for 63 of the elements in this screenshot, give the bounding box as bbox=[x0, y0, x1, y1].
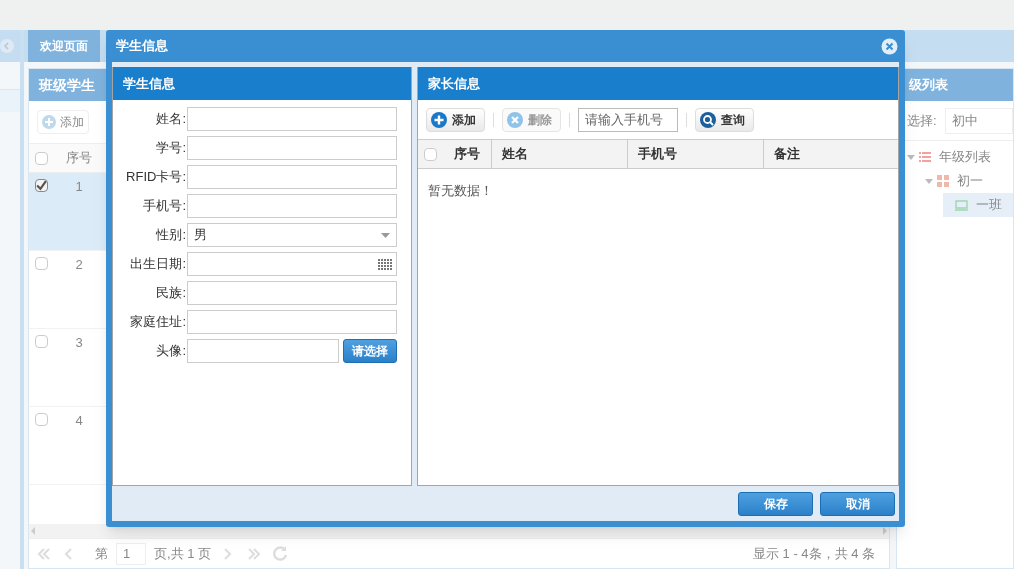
table-cell-text: 1 bbox=[74, 178, 84, 196]
field-label: 出生日期: bbox=[129, 255, 187, 274]
page-field[interactable]: 1 bbox=[116, 542, 146, 565]
page-total: 页,共 1 页 bbox=[154, 544, 212, 563]
page-summary: 显示 1 - 4条，共 4 条 bbox=[752, 544, 876, 563]
text-field[interactable] bbox=[187, 310, 397, 334]
phone-search-field[interactable]: 请输入手机号 bbox=[578, 107, 678, 132]
collapse-icon[interactable] bbox=[0, 39, 14, 53]
add-button[interactable]: 添加 bbox=[426, 107, 485, 132]
field-label: 民族: bbox=[155, 284, 187, 303]
tree-item[interactable]: 一班 bbox=[943, 193, 1013, 217]
text-field[interactable] bbox=[187, 136, 397, 160]
field-label: 性别: bbox=[155, 226, 187, 245]
close-icon bbox=[507, 111, 523, 128]
board-icon bbox=[955, 199, 968, 211]
page-label: 第 bbox=[95, 544, 108, 563]
tree-item[interactable]: 初一 bbox=[925, 169, 1013, 193]
sidebar-item[interactable] bbox=[0, 90, 20, 112]
text-field[interactable] bbox=[187, 107, 397, 131]
field-label: 学号: bbox=[155, 139, 187, 158]
cancel-button[interactable]: 取消 bbox=[820, 491, 895, 516]
column-header[interactable]: 备注 bbox=[764, 140, 898, 168]
plus-icon bbox=[42, 115, 56, 129]
table-cell-text: 4 bbox=[74, 412, 84, 430]
text-field[interactable] bbox=[187, 281, 397, 305]
dialog-title: 学生信息 bbox=[116, 37, 168, 56]
field-label: RFID卡号: bbox=[125, 168, 187, 187]
grid-icon bbox=[937, 175, 949, 187]
first-page-icon[interactable] bbox=[35, 545, 53, 562]
panel-header: 学生信息 bbox=[113, 67, 411, 100]
caret-icon bbox=[381, 232, 390, 238]
filter-label: 选择: bbox=[907, 111, 937, 130]
save-button[interactable]: 保存 bbox=[738, 491, 813, 516]
plus-icon bbox=[431, 111, 447, 128]
column-header[interactable]: 序号 bbox=[442, 140, 492, 168]
empty-message: 暂无数据！ bbox=[427, 182, 494, 200]
refresh-icon[interactable] bbox=[271, 544, 290, 563]
avatar-field[interactable] bbox=[187, 339, 339, 363]
add-button[interactable]: 添加 bbox=[37, 110, 89, 134]
text-field[interactable] bbox=[187, 194, 397, 218]
checkbox[interactable] bbox=[34, 179, 48, 192]
table-cell-text: 2 bbox=[74, 256, 84, 274]
panel-header: 家长信息 bbox=[418, 67, 898, 100]
column-header[interactable]: 序号 bbox=[53, 148, 105, 168]
calendar-icon[interactable] bbox=[378, 257, 393, 271]
table-cell-text: 3 bbox=[74, 334, 84, 352]
field-label: 姓名: bbox=[155, 110, 187, 129]
tab[interactable]: 欢迎页面 bbox=[28, 30, 100, 62]
close-icon[interactable] bbox=[881, 37, 898, 55]
field-label: 家庭住址: bbox=[129, 313, 187, 332]
text-field[interactable] bbox=[187, 165, 397, 189]
query-button[interactable]: 查询 bbox=[695, 107, 754, 132]
grade-select[interactable]: 初中 bbox=[944, 107, 1013, 134]
date-field[interactable] bbox=[187, 252, 397, 276]
column-header[interactable]: 姓名 bbox=[492, 140, 628, 168]
column-header[interactable]: 手机号 bbox=[628, 140, 764, 168]
field-label: 手机号: bbox=[142, 197, 187, 216]
list-icon bbox=[919, 152, 931, 162]
tree-item[interactable]: 年级列表 bbox=[907, 145, 1013, 169]
choose-button[interactable]: 请选择 bbox=[343, 339, 397, 363]
gender-select[interactable]: 男 bbox=[187, 223, 397, 247]
search-icon bbox=[700, 111, 716, 128]
field-label: 头像: bbox=[155, 342, 187, 361]
